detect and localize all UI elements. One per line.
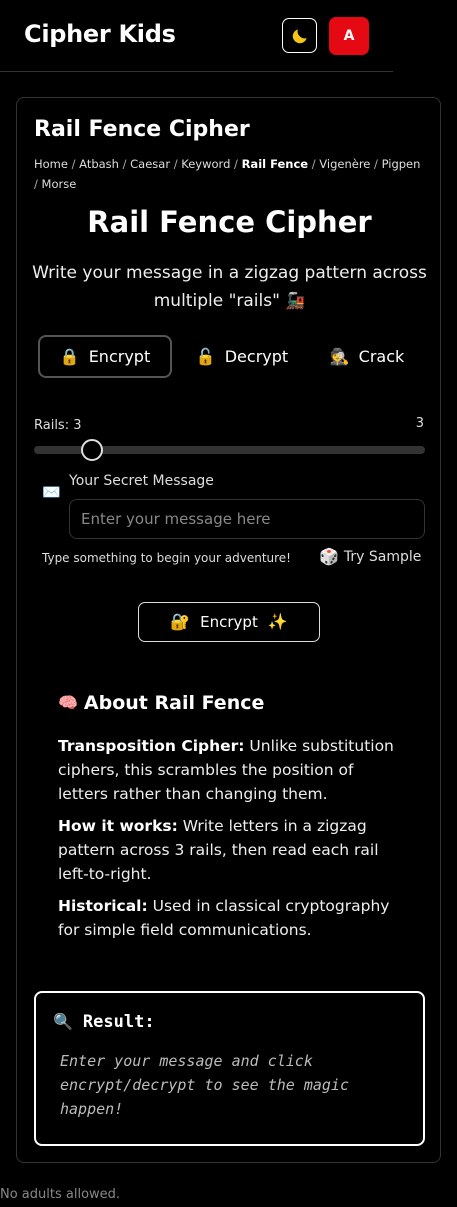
about-item-term: How it works: (58, 817, 178, 835)
rails-slider-thumb[interactable] (80, 439, 103, 461)
magnifier-icon: 🔍 (53, 1012, 73, 1031)
rails-slider[interactable] (34, 439, 425, 461)
cipher-card: Rail Fence Cipher Home / Atbash / Caesar… (16, 97, 441, 1163)
about-item-term: Transposition Cipher: (58, 737, 245, 755)
mode-crack-label: Crack (358, 347, 405, 366)
mode-decrypt-label: Decrypt (224, 347, 289, 366)
breadcrumb-link-keyword[interactable]: Keyword (181, 157, 230, 171)
breadcrumb-link-atbash[interactable]: Atbash (79, 157, 119, 171)
mode-encrypt-button[interactable]: 🔒 Encrypt (38, 335, 172, 378)
rails-value: 3 (415, 416, 424, 431)
rails-label: Rails: 3 (34, 418, 82, 433)
footer-text: No adults allowed. (0, 1187, 121, 1202)
breadcrumb-link-pigpen[interactable]: Pigpen (382, 157, 421, 171)
message-input[interactable] (69, 499, 425, 539)
about-item-term: Historical: (58, 897, 148, 915)
encrypt-action-label: Encrypt (200, 613, 258, 631)
brain-icon: 🧠 (58, 693, 78, 712)
avatar-button[interactable]: A (329, 17, 369, 55)
lock-icon: 🔒 (59, 346, 80, 366)
mode-decrypt-button[interactable]: 🔓 Decrypt (182, 335, 302, 378)
page-subtitle: Write your message in a zigzag pattern a… (27, 259, 432, 315)
train-icon: 🚂 (285, 291, 306, 310)
app-title[interactable]: Cipher Kids (24, 20, 176, 48)
unlock-icon: 🔓 (195, 346, 216, 366)
try-sample-button[interactable]: 🎲 Try Sample (319, 547, 422, 566)
breadcrumb: Home / Atbash / Caesar / Keyword / Rail … (34, 157, 421, 191)
hint-text: Type something to begin your adventure! (42, 551, 291, 565)
mode-encrypt-label: Encrypt (88, 347, 151, 366)
theme-toggle-button[interactable] (282, 18, 317, 53)
locked-key-icon: 🔐 (170, 612, 191, 631)
breadcrumb-current-rail-fence: Rail Fence (241, 157, 309, 171)
breadcrumb-link-vigenere[interactable]: Vigenère (319, 157, 370, 171)
mode-crack-button[interactable]: 🕵️ Crack (313, 335, 421, 378)
breadcrumb-link-home[interactable]: Home (34, 157, 68, 171)
about-title: 🧠 About Rail Fence (58, 692, 264, 714)
breadcrumb-link-caesar[interactable]: Caesar (130, 157, 170, 171)
detective-icon: 🕵️ (329, 346, 350, 366)
page-title: Rail Fence Cipher (87, 205, 372, 239)
breadcrumb-link-morse[interactable]: Morse (42, 177, 77, 191)
app-header: Cipher Kids A (0, 0, 393, 72)
result-output: Enter your message and click encrypt/dec… (60, 1052, 349, 1118)
envelope-icon: ✉️ (42, 483, 61, 501)
result-title-text: Result: (82, 1012, 155, 1032)
encrypt-action-button[interactable]: 🔐 Encrypt ✨ (138, 602, 320, 642)
sparkles-icon: ✨ (267, 612, 288, 631)
about-item: Transposition Cipher: Unlike substitutio… (58, 734, 408, 806)
about-item: Historical: Used in classical cryptograp… (58, 894, 408, 942)
about-title-text: About Rail Fence (83, 692, 265, 714)
about-item: How it works: Write letters in a zigzag … (58, 814, 408, 886)
message-label: Your Secret Message (69, 473, 214, 489)
result-panel: 🔍 Result: Enter your message and click e… (34, 991, 425, 1146)
card-title: Rail Fence Cipher (34, 117, 250, 142)
subtitle-text: Write your message in a zigzag pattern a… (32, 263, 427, 311)
result-title: 🔍 Result: (53, 1012, 155, 1032)
try-sample-label: Try Sample (343, 549, 422, 565)
moon-icon (292, 28, 307, 43)
dice-icon: 🎲 (319, 547, 339, 566)
